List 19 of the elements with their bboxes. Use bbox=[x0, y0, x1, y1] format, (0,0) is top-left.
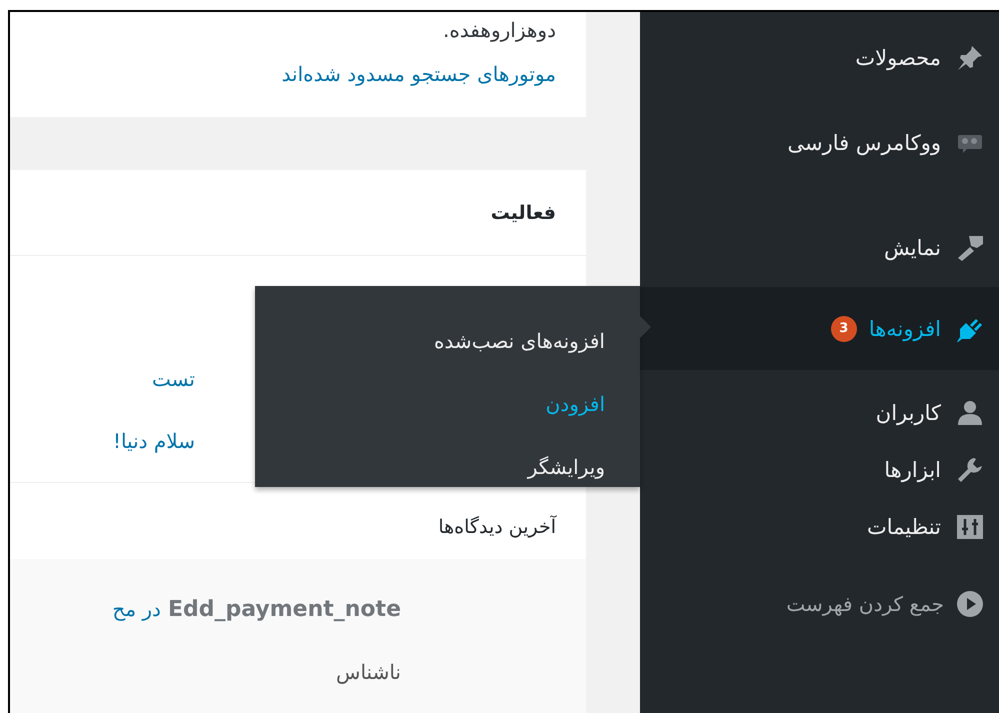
submenu-item[interactable]: ویرایشگر bbox=[528, 436, 605, 499]
menu-item[interactable]: نمایش bbox=[640, 219, 999, 276]
post-link[interactable]: تست bbox=[10, 348, 195, 410]
search-engines-link[interactable]: موتورهای جستجو مسدود شده‌اند bbox=[282, 52, 556, 96]
update-count-badge: 3 bbox=[830, 316, 857, 342]
comment-author: ناشناس bbox=[336, 660, 401, 684]
menu-item[interactable]: ابزارها bbox=[640, 441, 999, 498]
post-link[interactable]: در مح bbox=[112, 597, 161, 621]
post-link[interactable]: سلام دنیا! bbox=[10, 410, 195, 472]
recent-comments-heading: آخرین دیدگاه‌ها bbox=[438, 514, 556, 538]
menu-item[interactable]: محصولات bbox=[640, 29, 999, 86]
submenu-item[interactable]: افزودن bbox=[546, 373, 605, 436]
notice-text: دوهزاروهفده. bbox=[442, 17, 556, 44]
menu-item[interactable]: کاربران bbox=[640, 384, 999, 441]
activity-heading: فعالیت bbox=[490, 202, 556, 224]
collapse-menu-button[interactable]: جمع کردن فهرست bbox=[640, 575, 999, 632]
menu-item[interactable]: تنظیمات bbox=[640, 498, 999, 555]
menu-item[interactable]: ووکامرس فارسی bbox=[640, 114, 999, 171]
submenu-item[interactable]: افزونه‌های نصب‌شده bbox=[434, 310, 605, 373]
